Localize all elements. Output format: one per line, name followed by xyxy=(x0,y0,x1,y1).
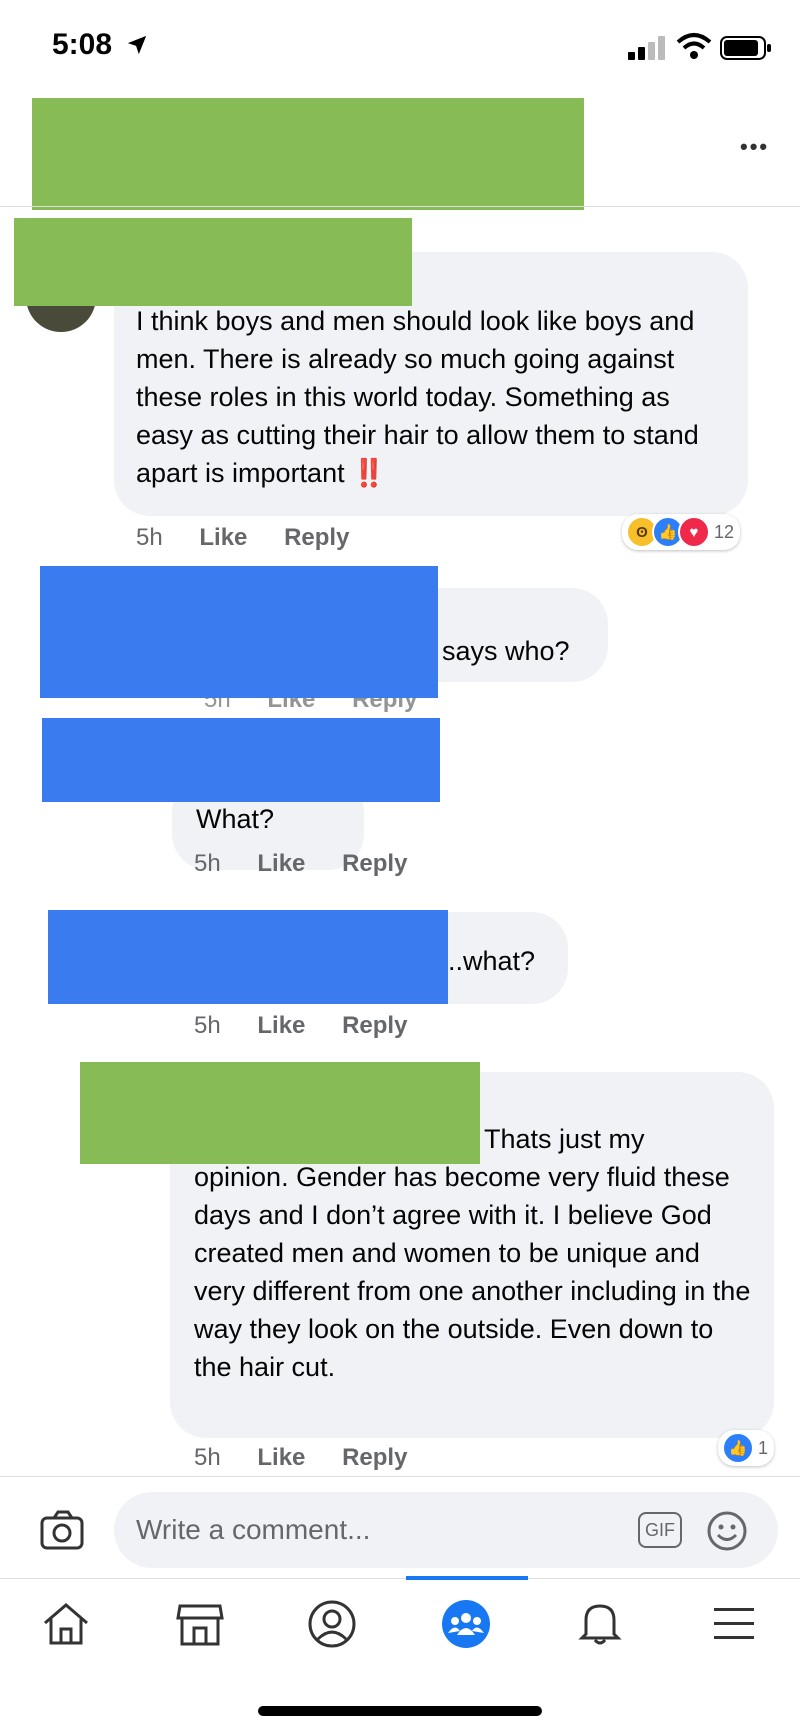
more-icon[interactable]: ••• xyxy=(740,134,769,160)
home-indicator xyxy=(258,1706,542,1716)
emoji: ‼️ xyxy=(352,458,386,488)
comment-meta: 5h Like Reply xyxy=(194,1012,437,1040)
comment-time: 5h xyxy=(136,524,163,551)
home-icon xyxy=(44,1603,88,1645)
tab-menu[interactable] xyxy=(704,1594,764,1654)
tab-notifications[interactable] xyxy=(570,1594,630,1654)
reaction-count: 12 xyxy=(714,521,735,542)
marketplace-icon xyxy=(176,1604,224,1646)
emoji-icon[interactable] xyxy=(706,1510,748,1552)
status-time: 5:08 xyxy=(52,28,113,61)
comment-placeholder: Write a comment... xyxy=(136,1514,371,1545)
like-button[interactable]: Like xyxy=(257,850,305,877)
redacted-commenter-name xyxy=(14,218,412,306)
signal-icon xyxy=(628,36,665,60)
tab-divider xyxy=(0,1578,800,1579)
comment-text: What? xyxy=(196,804,275,834)
redacted-commenter xyxy=(42,718,440,802)
reply-button[interactable]: Reply xyxy=(342,1444,407,1471)
bell-icon xyxy=(578,1604,622,1645)
reaction-count: 1 xyxy=(758,1437,769,1458)
active-tab-indicator xyxy=(406,1576,528,1580)
tab-groups[interactable] xyxy=(436,1594,496,1654)
gif-icon[interactable]: GIF xyxy=(638,1512,682,1548)
groups-icon xyxy=(442,1600,490,1648)
like-button[interactable]: Like xyxy=(199,524,247,551)
reaction-summary[interactable]: 👍 1 xyxy=(718,1430,775,1466)
comment-text: says who? xyxy=(442,636,570,666)
camera-icon[interactable] xyxy=(40,1510,84,1550)
comment-text: I think boys and men should look like bo… xyxy=(136,306,699,488)
gif-label: GIF xyxy=(645,1519,675,1540)
redacted-header-name xyxy=(32,98,584,210)
reply-button[interactable]: Reply xyxy=(342,1012,407,1039)
menu-icon xyxy=(714,1608,754,1639)
comment-text: opinion. Gender has become very fluid th… xyxy=(194,1162,751,1382)
comment-time: 5h xyxy=(194,1012,221,1039)
tab-marketplace[interactable] xyxy=(170,1594,230,1654)
redacted-commenter xyxy=(40,566,438,698)
like-button[interactable]: Like xyxy=(257,1444,305,1471)
comment-meta: 5h Like Reply xyxy=(136,524,379,552)
redacted-commenter xyxy=(48,910,448,1004)
redacted-commenter-name xyxy=(80,1062,480,1164)
love-reaction-icon: ♥ xyxy=(678,516,710,548)
reply-button[interactable]: Reply xyxy=(284,524,349,551)
reaction-summary[interactable]: ʘ 👍 ♥ 12 xyxy=(622,514,741,550)
tab-home[interactable] xyxy=(36,1594,96,1654)
comment-meta: 5h Like Reply xyxy=(194,1444,437,1472)
like-button[interactable]: Like xyxy=(257,1012,305,1039)
like-reaction-icon: 👍 xyxy=(722,1432,754,1464)
tab-profile[interactable] xyxy=(302,1594,362,1654)
header-divider xyxy=(0,206,800,207)
comment-meta: 5h Like Reply xyxy=(194,850,437,878)
location-arrow-icon xyxy=(127,35,147,55)
composer-divider xyxy=(0,1476,800,1477)
comment-time: 5h xyxy=(194,850,221,877)
comment-time: 5h xyxy=(194,1444,221,1471)
battery-icon xyxy=(720,36,771,60)
comment-text: ..what? xyxy=(448,946,536,976)
reply-button[interactable]: Reply xyxy=(342,850,407,877)
wifi-icon xyxy=(676,33,712,59)
profile-icon xyxy=(308,1600,356,1648)
